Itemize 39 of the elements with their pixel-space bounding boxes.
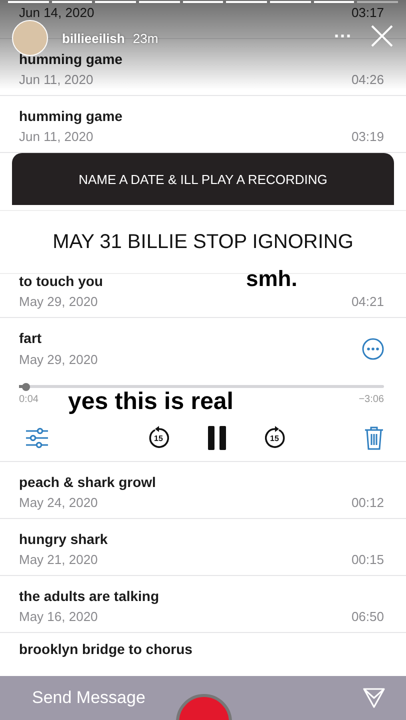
recording-date: Jun 14, 2020 xyxy=(19,5,94,20)
recording-duration: 04:26 xyxy=(351,72,384,87)
recording-title[interactable]: humming game xyxy=(19,108,122,124)
sliders-icon[interactable] xyxy=(25,427,49,449)
recording-duration: 00:15 xyxy=(351,552,384,567)
elapsed-time: 0:04 xyxy=(19,394,38,405)
recording-title[interactable]: the adults are talking xyxy=(19,588,160,604)
post-age: 23m xyxy=(132,30,158,46)
recording-title[interactable]: brooklyn bridge to chorus xyxy=(19,641,192,657)
recording-date: Jun 11, 2020 xyxy=(19,129,94,144)
more-icon[interactable] xyxy=(362,338,384,360)
sticker-text: yes this is real xyxy=(68,388,234,416)
recording-date: May 21, 2020 xyxy=(19,552,98,567)
recording-duration: 00:12 xyxy=(351,495,384,510)
send-icon[interactable] xyxy=(362,687,386,709)
recording-duration: 04:21 xyxy=(351,294,384,309)
recording-title: fart xyxy=(19,330,43,346)
skip-forward-button[interactable]: 15 xyxy=(262,426,286,450)
recording-date: May 29, 2020 xyxy=(19,294,98,309)
pause-icon[interactable] xyxy=(206,425,226,451)
recording-title[interactable]: hungry shark xyxy=(19,531,108,547)
close-icon[interactable] xyxy=(370,24,394,48)
recording-date: Jun 11, 2020 xyxy=(19,72,94,87)
prompt-banner: NAME A DATE & ILL PLAY A RECORDING xyxy=(12,153,394,205)
playback-scrubber[interactable] xyxy=(19,385,384,388)
recording-date: May 24, 2020 xyxy=(19,495,98,510)
recording-duration: 03:17 xyxy=(351,5,384,20)
recording-duration: 06:50 xyxy=(351,609,384,624)
recording-title[interactable]: peach & shark growl xyxy=(19,474,156,490)
trash-icon[interactable] xyxy=(364,426,384,450)
recording-duration: 03:19 xyxy=(351,129,384,144)
remaining-time: −3:06 xyxy=(358,394,384,405)
recording-date: May 29, 2020 xyxy=(19,352,98,367)
skip-back-button[interactable]: 15 xyxy=(146,426,170,450)
message-input[interactable]: Send Message xyxy=(30,687,234,709)
recording-date: May 16, 2020 xyxy=(19,609,98,624)
recording-title[interactable]: to touch you xyxy=(19,273,103,289)
message-bar[interactable]: Send Message xyxy=(0,676,406,720)
recording-title[interactable]: humming game xyxy=(19,51,122,67)
